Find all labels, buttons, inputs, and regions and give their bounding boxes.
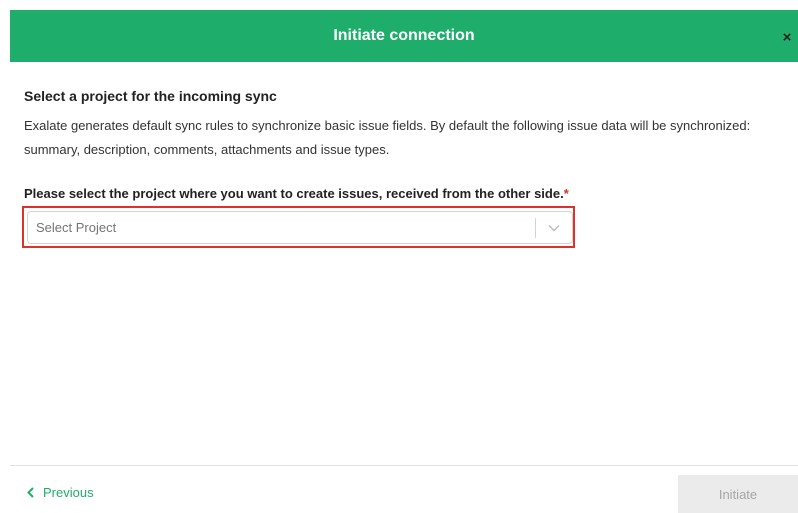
close-icon[interactable]: × — [778, 26, 796, 48]
footer-divider — [10, 465, 798, 466]
initiate-connection-dialog: Initiate connection × Select a project f… — [0, 0, 798, 513]
sync-description: Exalate generates default sync rules to … — [24, 118, 751, 157]
chevron-left-icon — [27, 487, 34, 498]
project-field-label-text: Please select the project where you want… — [24, 186, 564, 201]
previous-label: Previous — [43, 485, 94, 500]
project-select-placeholder: Select Project — [36, 220, 117, 235]
project-select[interactable]: Select Project — [27, 211, 573, 244]
section-title: Select a project for the incoming sync — [24, 88, 277, 104]
dialog-content: Select a project for the incoming sync E… — [24, 88, 784, 162]
required-marker: * — [563, 186, 569, 201]
previous-button[interactable]: Previous — [27, 485, 94, 500]
project-field-label: Please select the project where you want… — [24, 186, 569, 201]
dialog-header: Initiate connection × — [10, 10, 798, 62]
initiate-button[interactable]: Initiate — [678, 475, 798, 513]
dialog-title: Initiate connection — [333, 27, 475, 44]
chevron-down-icon[interactable] — [536, 224, 572, 232]
